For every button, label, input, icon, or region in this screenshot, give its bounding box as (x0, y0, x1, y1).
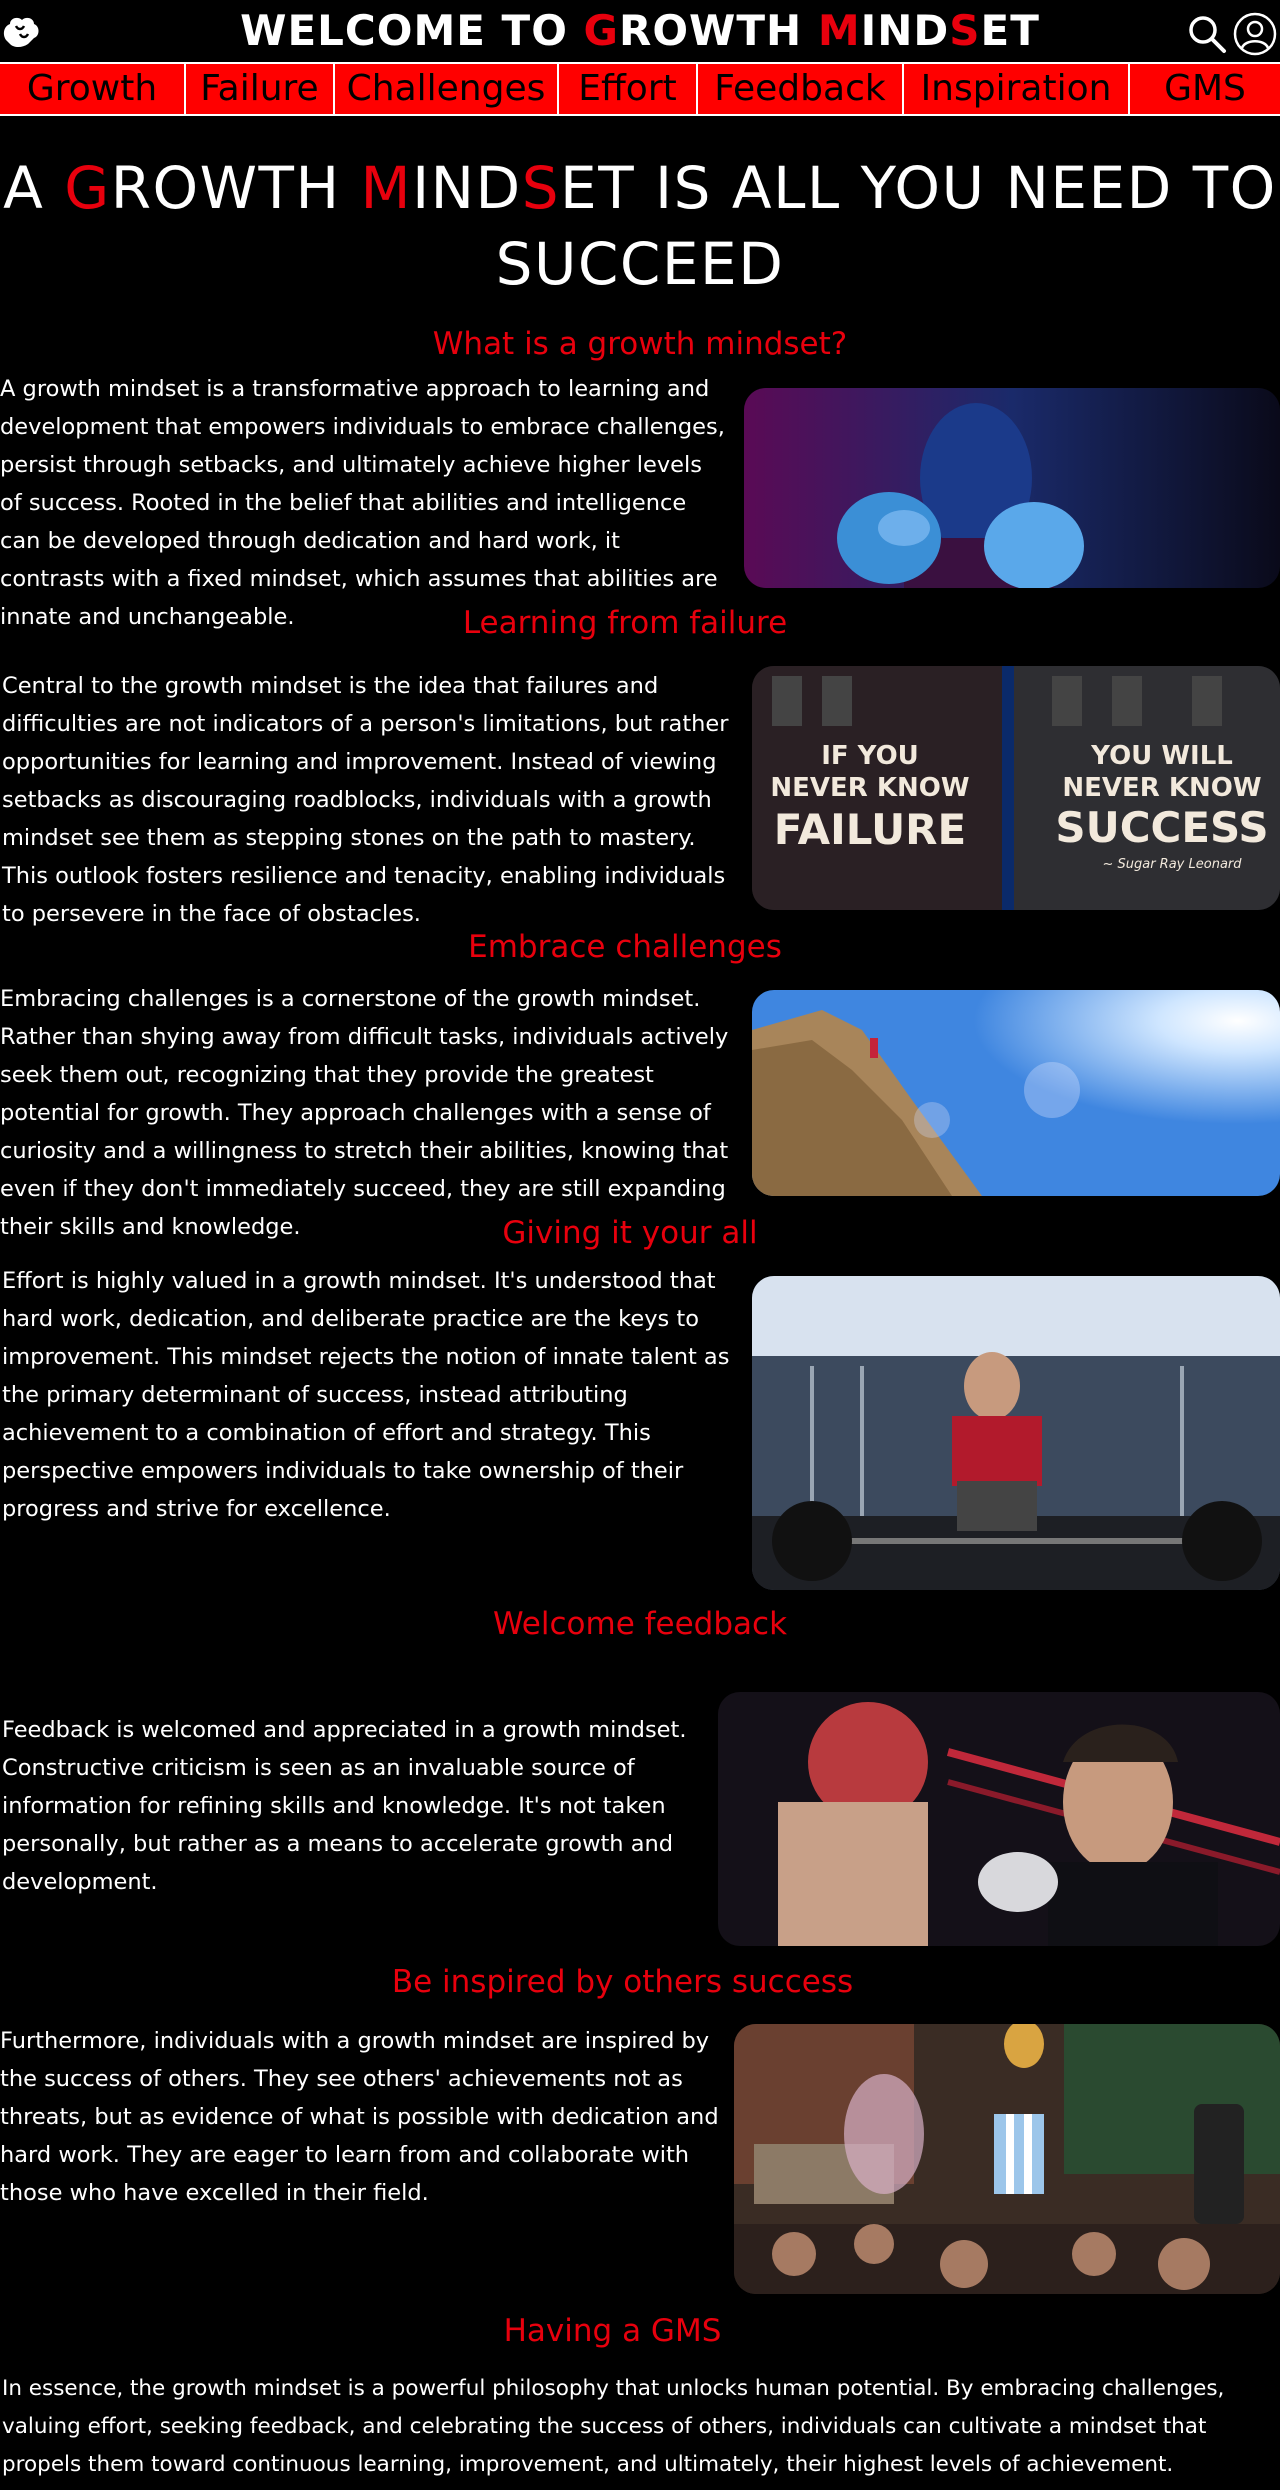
title-text: A (3, 154, 65, 222)
section-heading-failure: Learning from failure (462, 605, 788, 641)
title-accent-letter: M (360, 154, 413, 222)
quote-right-top: YOU WILL (1090, 741, 1233, 771)
rock-climber-photo (752, 990, 1280, 1196)
section-text-inspiration: Furthermore, individuals with a growth m… (0, 2028, 719, 2206)
nav-item-challenges[interactable]: Challenges (335, 64, 559, 114)
hero-title: A GROWTH MINDSET IS ALL YOU NEED TO SUCC… (0, 150, 1280, 302)
user-icon[interactable] (1233, 12, 1277, 56)
nav-item-failure[interactable]: Failure (186, 64, 335, 114)
section-heading-gms: Having a GMS (503, 2313, 722, 2349)
section-heading-inspiration: Be inspired by others success (391, 1964, 854, 2000)
boxing-coach-photo (718, 1692, 1280, 1946)
quote-left-mid: NEVER KNOW (770, 773, 969, 803)
title-accent-letter: S (949, 6, 981, 55)
title-accent-letter: G (583, 6, 620, 55)
trophy-celebration-photo (734, 2024, 1280, 2294)
nav-item-inspiration[interactable]: Inspiration (904, 64, 1130, 114)
nav-item-feedback[interactable]: Feedback (698, 64, 904, 114)
section-text-failure: Central to the growth mindset is the ide… (2, 673, 729, 927)
title-text: ROWTH (619, 6, 818, 55)
site-title: WELCOME TO GROWTH MINDSET (0, 0, 1280, 62)
section-heading-challenges: Embrace challenges (468, 929, 782, 965)
top-bar: WELCOME TO GROWTH MINDSET (0, 0, 1280, 62)
title-text: WELCOME TO (240, 6, 584, 55)
section-heading-feedback: Welcome feedback (492, 1606, 788, 1642)
main-nav: Growth Failure Challenges Effort Feedbac… (0, 62, 1280, 116)
title-accent-letter: M (817, 6, 861, 55)
section-text-growth: A growth mindset is a transformative app… (0, 376, 725, 630)
title-accent-letter: S (521, 154, 561, 222)
title-text: IND (412, 154, 522, 222)
quote-signature: ~ Sugar Ray Leonard (1102, 857, 1242, 872)
section-text-challenges: Embracing challenges is a cornerstone of… (0, 986, 729, 1240)
quote-left-big: FAILURE (774, 805, 966, 854)
quote-left-top: IF YOU (821, 741, 919, 771)
quote-right-big: SUCCESS (1055, 803, 1268, 852)
deadlift-gym-photo (752, 1276, 1280, 1590)
title-text: ROWTH (110, 154, 361, 222)
quote-right-mid: NEVER KNOW (1062, 773, 1261, 803)
title-text: ET IS ALL YOU NEED TO SUCCEED (495, 154, 1277, 298)
boxer-portrait-photo (744, 388, 1280, 588)
nav-item-effort[interactable]: Effort (559, 64, 698, 114)
nav-item-gms[interactable]: GMS (1130, 64, 1280, 114)
title-text: ET (980, 6, 1040, 55)
nav-item-growth[interactable]: Growth (0, 64, 186, 114)
section-text-feedback: Feedback is welcomed and appreciated in … (2, 1717, 687, 1895)
title-accent-letter: G (64, 154, 111, 222)
section-text-gms: In essence, the growth mindset is a powe… (2, 2376, 1225, 2477)
section-heading-effort: Giving it your all (502, 1215, 758, 1251)
title-text: IND (860, 6, 950, 55)
search-icon[interactable] (1187, 14, 1227, 54)
section-text-effort: Effort is highly valued in a growth mind… (2, 1268, 730, 1522)
failure-success-quote-photo: IF YOU NEVER KNOW FAILURE YOU WILL NEVER… (752, 666, 1280, 910)
section-heading-growth: What is a growth mindset? (432, 326, 848, 362)
